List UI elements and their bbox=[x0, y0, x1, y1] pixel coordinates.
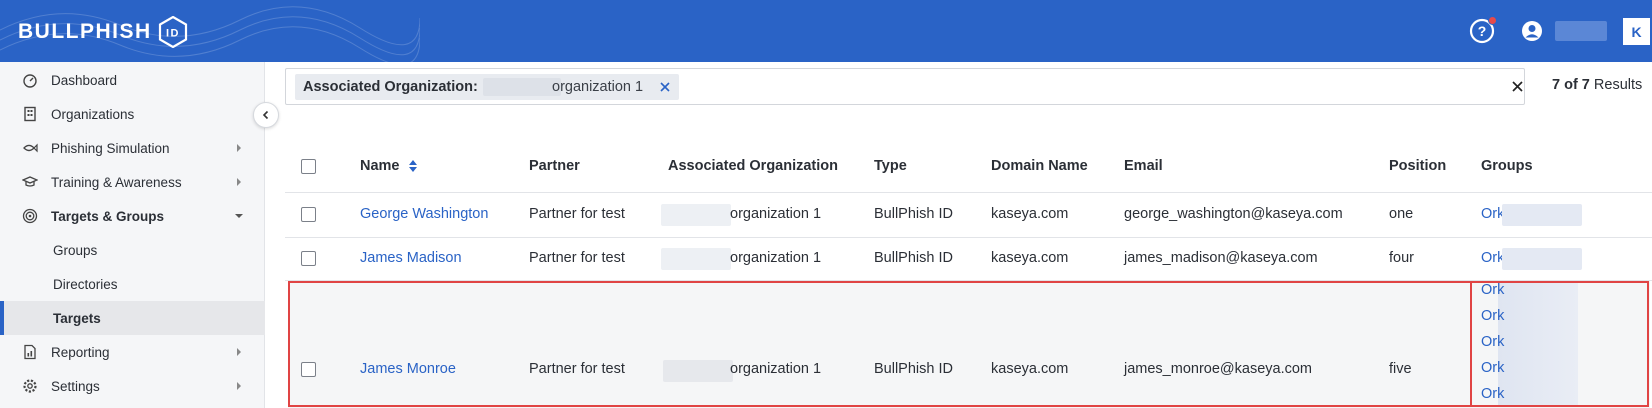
redacted-group-name bbox=[1502, 248, 1582, 270]
results-number: 7 of 7 bbox=[1552, 77, 1590, 93]
sidebar-item-targets-groups[interactable]: Targets & Groups bbox=[0, 199, 265, 233]
user-avatar-icon[interactable] bbox=[1521, 20, 1543, 42]
redacted-org-prefix bbox=[483, 78, 561, 96]
clear-filters-icon[interactable] bbox=[1510, 79, 1525, 94]
redacted-org-prefix bbox=[661, 248, 731, 270]
notification-dot bbox=[1488, 16, 1497, 25]
sidebar-collapse-button[interactable] bbox=[253, 102, 279, 128]
column-header-groups[interactable]: Groups bbox=[1481, 140, 1533, 192]
sidebar-item-training-awareness[interactable]: Training & Awareness bbox=[0, 165, 265, 199]
column-header-label: Name bbox=[360, 158, 400, 174]
email-cell: george_washington@kaseya.com bbox=[1124, 206, 1343, 222]
select-all-checkbox[interactable] bbox=[301, 159, 316, 174]
groups-highlight-outline bbox=[1470, 281, 1649, 407]
chevron-right-icon bbox=[237, 144, 241, 152]
sidebar-item-label: Training & Awareness bbox=[51, 174, 182, 190]
filter-bar[interactable]: Associated Organization: organization 1 bbox=[285, 68, 1525, 105]
results-label: Results bbox=[1593, 77, 1643, 93]
target-name-link[interactable]: George Washington bbox=[360, 206, 488, 222]
filter-chip: Associated Organization: organization 1 bbox=[295, 74, 679, 100]
id-badge-icon: ID bbox=[158, 16, 187, 48]
sidebar-item-label: Groups bbox=[53, 242, 98, 258]
partner-cell: Partner for test bbox=[529, 250, 625, 266]
type-cell: BullPhish ID bbox=[874, 250, 953, 266]
organization-cell: organization 1 bbox=[730, 206, 822, 222]
position-cell: one bbox=[1389, 206, 1414, 222]
filter-chip-value: organization 1 bbox=[552, 79, 644, 95]
report-icon bbox=[24, 344, 36, 360]
sidebar-item-groups[interactable]: Groups bbox=[0, 233, 265, 267]
row-divider bbox=[285, 237, 1652, 238]
row-checkbox[interactable] bbox=[301, 207, 316, 222]
sidebar-item-label: Targets bbox=[53, 310, 101, 326]
chevron-right-icon bbox=[237, 178, 241, 186]
chevron-down-icon bbox=[235, 214, 243, 218]
organization-cell: organization 1 bbox=[730, 250, 822, 266]
sidebar-item-label: Settings bbox=[51, 378, 100, 394]
fish-icon bbox=[23, 143, 38, 153]
column-header-associated-organization[interactable]: Associated Organization bbox=[668, 140, 838, 192]
row-checkbox[interactable] bbox=[301, 251, 316, 266]
sidebar-item-label: Reporting bbox=[51, 344, 110, 360]
domain-cell: kaseya.com bbox=[991, 250, 1069, 266]
sidebar-item-settings[interactable]: Settings bbox=[0, 369, 265, 403]
results-count: 7 of 7 Results bbox=[1552, 77, 1642, 93]
email-cell: james_madison@kaseya.com bbox=[1124, 250, 1318, 266]
filter-chip-label: Associated Organization: bbox=[303, 79, 478, 95]
header-divider bbox=[285, 192, 1652, 193]
chevron-right-icon bbox=[237, 382, 241, 390]
redacted-org-prefix bbox=[661, 204, 731, 226]
sidebar-item-directories[interactable]: Directories bbox=[0, 267, 265, 301]
sidebar-item-label: Organizations bbox=[51, 106, 135, 122]
column-header-domain-name[interactable]: Domain Name bbox=[991, 140, 1088, 192]
badge-text: ID bbox=[166, 28, 180, 40]
bullphish-logo[interactable]: BULLPHISH ID bbox=[18, 16, 188, 48]
top-bar: BULLPHISH ID ? K bbox=[0, 0, 1652, 62]
building-icon bbox=[24, 106, 36, 122]
kaseya-brand-icon[interactable]: K bbox=[1623, 18, 1650, 45]
column-header-position[interactable]: Position bbox=[1389, 140, 1446, 192]
chevron-right-icon bbox=[237, 348, 241, 356]
partner-cell: Partner for test bbox=[529, 206, 625, 222]
column-header-name[interactable]: Name bbox=[360, 140, 418, 192]
sidebar-item-dashboard[interactable]: Dashboard bbox=[0, 63, 265, 97]
target-icon bbox=[22, 208, 38, 224]
position-cell: four bbox=[1389, 250, 1414, 266]
sidebar-item-label: Directories bbox=[53, 276, 118, 292]
graduation-cap-icon bbox=[22, 176, 38, 187]
sidebar-item-label: Dashboard bbox=[51, 72, 118, 88]
target-name-link[interactable]: James Madison bbox=[360, 250, 462, 266]
sidebar-item-label: Phishing Simulation bbox=[51, 140, 170, 156]
sort-icon[interactable] bbox=[408, 159, 418, 173]
sidebar-item-label: Targets & Groups bbox=[51, 208, 165, 224]
svg-text:?: ? bbox=[1478, 23, 1487, 39]
dashboard-icon bbox=[23, 74, 37, 88]
gear-icon bbox=[23, 379, 37, 393]
column-header-type[interactable]: Type bbox=[874, 140, 907, 192]
chevron-left-icon bbox=[262, 110, 269, 120]
column-header-partner[interactable]: Partner bbox=[529, 140, 580, 192]
type-cell: BullPhish ID bbox=[874, 206, 953, 222]
domain-cell: kaseya.com bbox=[991, 206, 1069, 222]
group-link[interactable]: Ork bbox=[1481, 206, 1504, 222]
group-link[interactable]: Ork bbox=[1481, 250, 1504, 266]
user-name-redacted[interactable] bbox=[1555, 21, 1607, 41]
sidebar-item-targets[interactable]: Targets bbox=[0, 301, 265, 335]
logo-text: BULLPHISH bbox=[18, 20, 152, 43]
remove-filter-icon[interactable] bbox=[658, 80, 672, 94]
column-header-email[interactable]: Email bbox=[1124, 140, 1163, 192]
row-highlight-outline bbox=[288, 281, 1649, 407]
redacted-group-name bbox=[1502, 204, 1582, 226]
sidebar-item-organizations[interactable]: Organizations bbox=[0, 97, 265, 131]
sidebar-item-phishing-simulation[interactable]: Phishing Simulation bbox=[0, 131, 265, 165]
sidebar-item-reporting[interactable]: Reporting bbox=[0, 335, 265, 369]
